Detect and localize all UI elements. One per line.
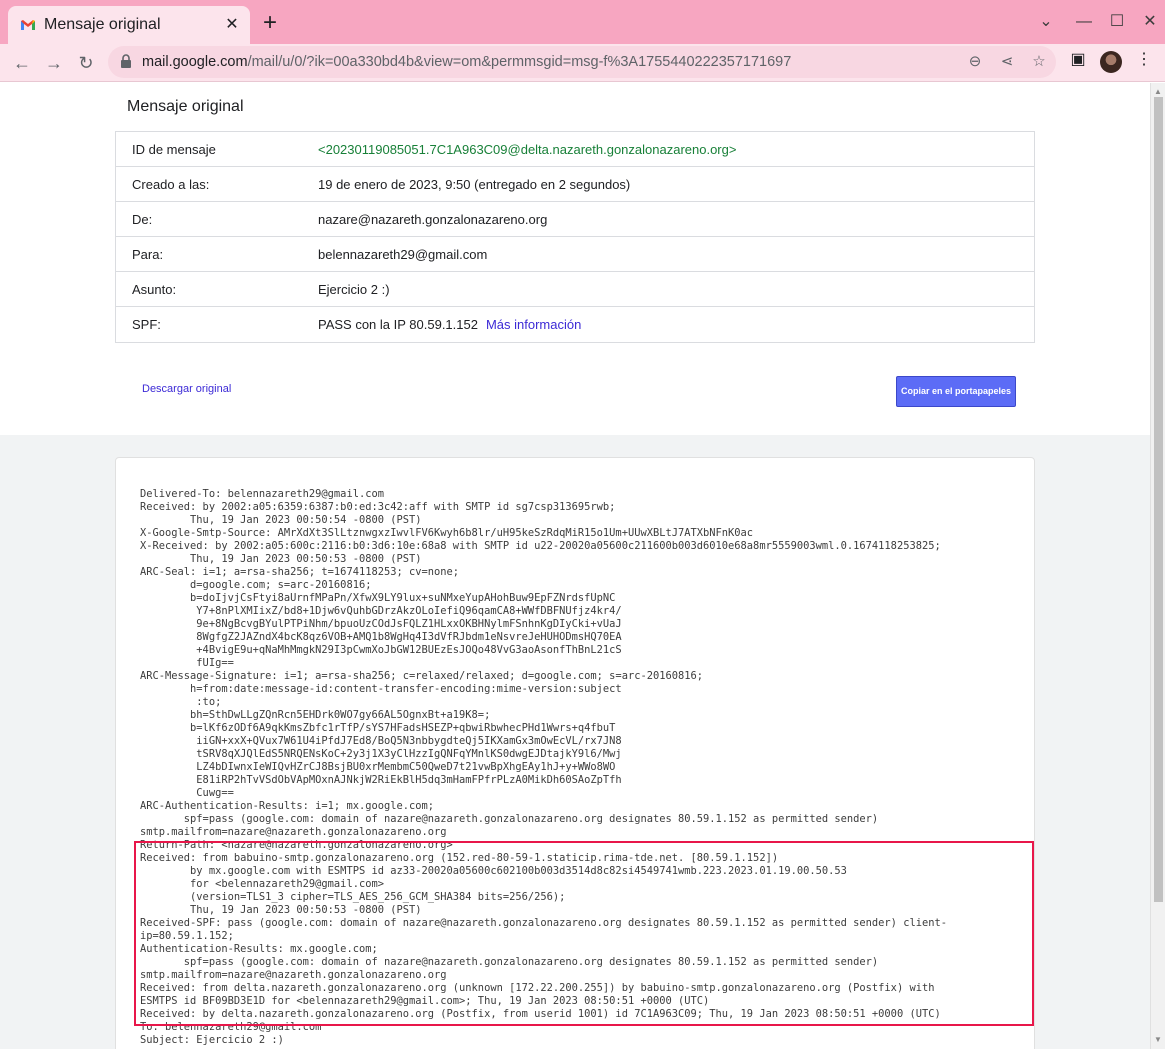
- star-icon[interactable]: ☆: [1029, 52, 1049, 72]
- info-key: Creado a las:: [132, 176, 210, 192]
- avatar[interactable]: [1100, 51, 1122, 73]
- scrollbar-thumb[interactable]: [1154, 97, 1163, 902]
- info-row-to: Para: belennazareth29@gmail.com: [116, 237, 1034, 272]
- reload-icon[interactable]: ↻: [72, 49, 100, 77]
- raw-line: +4BvigE9u+qNaMhMmgkN29I3pCwmXoJbGW12BUEz…: [140, 644, 622, 656]
- info-key: Para:: [132, 246, 164, 262]
- to-value: belennazareth29@gmail.com: [318, 246, 488, 262]
- url-text: mail.google.com/mail/u/0/?ik=00a330bd4b&…: [142, 54, 791, 70]
- raw-line: Delivered-To: belennazareth29@gmail.com: [140, 488, 384, 500]
- raw-line: :to;: [140, 696, 222, 708]
- raw-line: iiGN+xxX+QVux7W61U4iPfdJ7Ed8/BoQ5N3nbbyg…: [140, 735, 622, 747]
- info-row-message-id: ID de mensaje <20230119085051.7C1A963C09…: [116, 132, 1034, 167]
- raw-line: ARC-Seal: i=1; a=rsa-sha256; t=167411825…: [140, 566, 460, 578]
- raw-line: Thu, 19 Jan 2023 00:50:54 -0800 (PST): [140, 514, 422, 526]
- info-row-created: Creado a las: 19 de enero de 2023, 9:50 …: [116, 167, 1034, 202]
- forward-icon[interactable]: →: [40, 49, 68, 77]
- raw-line: ARC-Authentication-Results: i=1; mx.goog…: [140, 800, 435, 812]
- zoom-icon[interactable]: ⊖: [965, 52, 985, 72]
- raw-line: Subject: Ejercicio 2 :): [140, 1034, 284, 1046]
- spf-cell: PASS con la IP 80.59.1.152 Más informació…: [318, 317, 1034, 332]
- gmail-icon: [21, 20, 35, 30]
- new-tab-icon[interactable]: +: [258, 11, 282, 36]
- info-row-subject: Asunto: Ejercicio 2 :): [116, 272, 1034, 307]
- created-value: 19 de enero de 2023, 9:50 (entregado en …: [318, 176, 631, 192]
- raw-line: h=from:date:message-id:content-transfer-…: [140, 683, 622, 695]
- info-row-from: De: nazare@nazareth.gonzalonazareno.org: [116, 202, 1034, 237]
- url-host: mail.google.com: [142, 54, 248, 70]
- page-scrollbar[interactable]: ▲ ▼: [1150, 83, 1165, 1049]
- raw-line: spf=pass (google.com: domain of nazare@n…: [140, 813, 879, 825]
- raw-line: 9e+8NgBcvgBYulPTPiNhm/bpuoUzCOdJsFQLZ1HL…: [140, 618, 622, 630]
- raw-line: tSRV8qXJQlEdS5NRQENsKoC+2y3j1X3yClHzzIgQ…: [140, 748, 622, 760]
- annotation-highlight-box: [134, 841, 1034, 1026]
- subject-value: Ejercicio 2 :): [318, 281, 390, 297]
- raw-line: fUIg==: [140, 657, 234, 669]
- raw-line: X-Received: by 2002:a05:600c:2116:b0:3d6…: [140, 540, 941, 552]
- raw-line: bh=SthDwLLgZQnRcn5EHDrk0WO7gy66AL5OgnxBt…: [140, 709, 491, 721]
- raw-line: LZ4bDIwnxIeWIQvHZrCJ8BsjBU0xrMembmC50Qwe…: [140, 761, 616, 773]
- from-value: nazare@nazareth.gonzalonazareno.org: [318, 211, 548, 227]
- copy-to-clipboard-button[interactable]: Copiar en el portapapeles: [896, 376, 1016, 407]
- url-path: /mail/u/0/?ik=00a330bd4b&view=om&permmsg…: [247, 54, 792, 70]
- browser-tab[interactable]: Mensaje original ✕: [8, 6, 250, 44]
- minimize-icon[interactable]: —: [1072, 10, 1096, 34]
- raw-line: Received: by 2002:a05:6359:6387:b0:ed:3c…: [140, 501, 616, 513]
- close-tab-icon[interactable]: ✕: [222, 15, 242, 35]
- tab-title: Mensaje original: [44, 16, 161, 33]
- tab-strip: Mensaje original ✕ + ⌄ — ☐ ✕: [0, 0, 1165, 44]
- share-icon[interactable]: ⋖: [997, 52, 1017, 72]
- info-key: SPF:: [132, 317, 161, 332]
- raw-line: 8WgfgZ2JAZndX4bcK8qz6VOB+AMQ1b8WgHq4I3dV…: [140, 631, 622, 643]
- raw-line: b=lKf6zODf6A9qkKmsZbfc1rTfP/sYS7HFadsHSE…: [140, 722, 616, 734]
- lock-icon: [121, 54, 131, 68]
- tab-search-icon[interactable]: ⌄: [1034, 10, 1058, 34]
- address-bar[interactable]: mail.google.com/mail/u/0/?ik=00a330bd4b&…: [108, 46, 1056, 78]
- page-content: Mensaje original ID de mensaje <20230119…: [0, 83, 1150, 1049]
- close-window-icon[interactable]: ✕: [1138, 10, 1162, 34]
- more-info-link[interactable]: Más información: [486, 317, 581, 332]
- raw-line: ARC-Message-Signature: i=1; a=rsa-sha256…: [140, 670, 704, 682]
- raw-line: d=google.com; s=arc-20160816;: [140, 579, 372, 591]
- menu-icon[interactable]: ⋮: [1133, 49, 1155, 71]
- raw-line: X-Google-Smtp-Source: AMrXdXt3SlLtznwgxz…: [140, 527, 754, 539]
- raw-line: Cuwg==: [140, 787, 234, 799]
- message-id-value: <20230119085051.7C1A963C09@delta.nazaret…: [318, 141, 737, 157]
- raw-line: b=doIjvjCsFtyi8aUrnfMPaPn/XfwX9LY9lux+su…: [140, 592, 616, 604]
- raw-line: smtp.mailfrom=nazare@nazareth.gonzalonaz…: [140, 826, 447, 838]
- raw-line: E81iRP2hTvVSdObVApMOxnAJNkjW2RiEkBlH5dq3…: [140, 774, 622, 786]
- page-title: Mensaje original: [127, 98, 244, 115]
- raw-line: Thu, 19 Jan 2023 00:50:53 -0800 (PST): [140, 553, 422, 565]
- download-original-link[interactable]: Descargar original: [142, 383, 231, 395]
- side-panel-icon[interactable]: ▣: [1067, 49, 1089, 71]
- message-info-table: ID de mensaje <20230119085051.7C1A963C09…: [115, 131, 1035, 343]
- info-key: De:: [132, 211, 153, 227]
- spf-value: PASS con la IP 80.59.1.152: [318, 317, 478, 332]
- info-key: ID de mensaje: [132, 141, 216, 157]
- back-icon[interactable]: ←: [8, 49, 36, 77]
- scroll-down-icon[interactable]: ▼: [1154, 1035, 1162, 1044]
- maximize-icon[interactable]: ☐: [1105, 10, 1129, 34]
- info-key: Asunto:: [132, 281, 177, 297]
- raw-line: Y7+8nPlXMIixZ/bd8+1Djw6vQuhbGDrzAkzOLoIe…: [140, 605, 622, 617]
- browser-toolbar: ← → ↻ mail.google.com/mail/u/0/?ik=00a33…: [0, 44, 1165, 82]
- info-row-spf: SPF: PASS con la IP 80.59.1.152 Más infor…: [116, 307, 1034, 342]
- scroll-up-icon[interactable]: ▲: [1154, 87, 1162, 96]
